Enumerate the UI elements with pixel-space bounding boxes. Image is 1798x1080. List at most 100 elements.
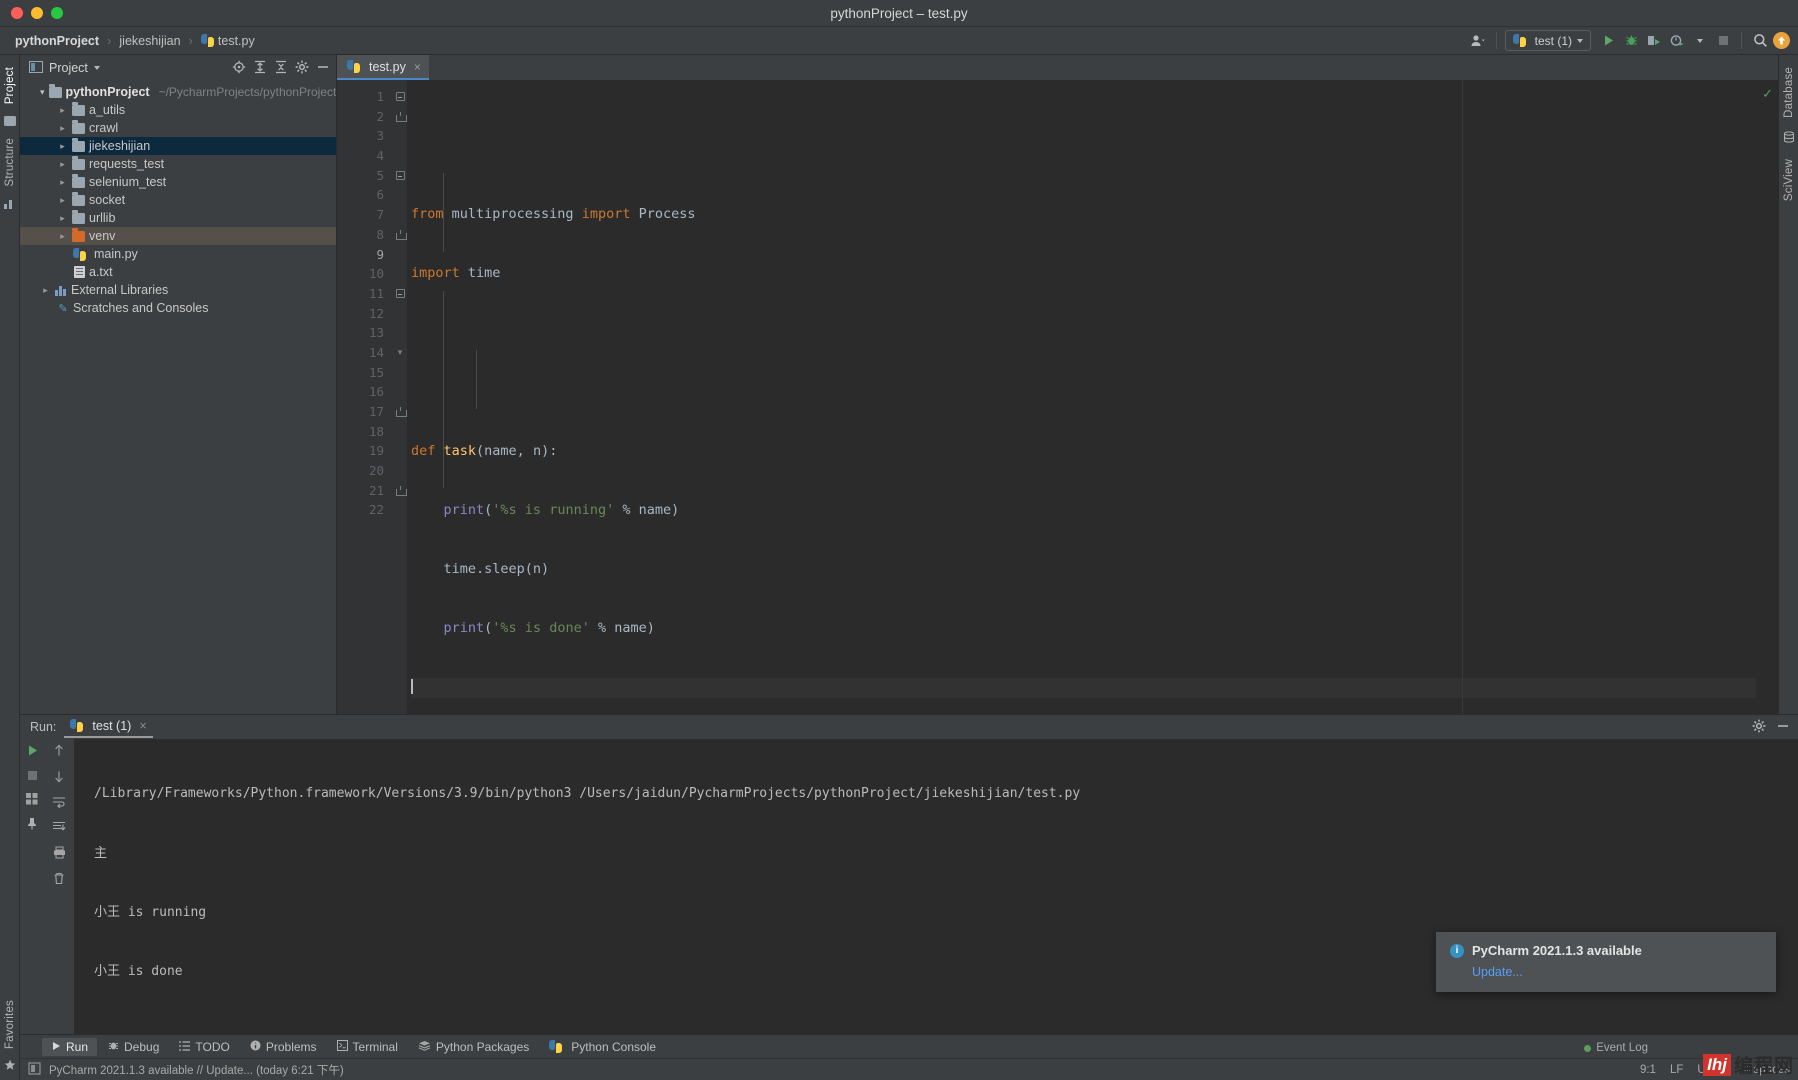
chevron-right-icon[interactable]: ▸ [57,213,68,224]
fold-marker[interactable] [393,402,407,422]
print-icon[interactable] [53,846,66,862]
minimize-icon[interactable] [1776,719,1790,736]
tree-row-selenium_test[interactable]: ▸ selenium_test [20,173,336,191]
traffic-lights[interactable] [0,7,63,19]
bottom-tab-python-packages[interactable]: Python Packages [409,1038,538,1056]
sidebar-tab-sciview[interactable]: SciView [1783,153,1795,207]
maximize-window-button[interactable] [51,7,63,19]
run-configuration-selector[interactable]: test (1) [1504,30,1591,51]
tree-row-main-py[interactable]: main.py [20,245,336,263]
minimize-window-button[interactable] [31,7,43,19]
run-button[interactable] [1598,31,1618,51]
layout-icon[interactable] [26,793,38,808]
collapse-all-icon[interactable] [274,60,288,77]
close-icon[interactable]: × [139,719,146,733]
fold-marker[interactable] [393,225,407,245]
event-log-button[interactable]: Event Log [1584,1042,1648,1054]
bottom-tab-todo[interactable]: TODO [170,1038,238,1056]
editor-tab-test-py[interactable]: test.py × [337,55,429,80]
sidebar-tab-database[interactable]: Database [1783,61,1795,124]
run-tab-test[interactable]: test (1) × [64,717,153,738]
notification-popup[interactable]: i PyCharm 2021.1.3 available Update... [1436,932,1776,992]
fold-marker[interactable] [393,481,407,501]
chevron-right-icon[interactable]: ▸ [57,231,68,242]
chevron-right-icon[interactable]: ▸ [57,195,68,206]
rerun-icon[interactable] [26,744,39,760]
caret-position[interactable]: 9:1 [1640,1064,1656,1076]
fold-marker[interactable] [393,87,407,107]
up-icon[interactable] [53,744,65,760]
breadcrumb-item-file[interactable]: test.py [198,33,258,49]
chevron-down-icon[interactable]: ▾ [40,87,45,98]
inspection-gutter[interactable]: ✓ [1756,80,1778,714]
tree-row-crawl[interactable]: ▸ crawl [20,119,336,137]
scroll-to-end-icon[interactable] [52,821,66,836]
stop-icon[interactable] [27,769,38,784]
notification-update-link[interactable]: Update... [1472,965,1762,979]
pin-icon[interactable] [26,817,38,833]
sidebar-tab-structure[interactable]: Structure [4,132,16,192]
sidebar-tab-project[interactable]: Project [4,61,16,110]
line-number: 8 [376,226,384,242]
project-panel-actions [232,60,330,77]
chevron-right-icon[interactable]: ▸ [40,285,51,296]
minimize-icon[interactable] [316,60,330,77]
chevron-right-icon[interactable]: ▸ [57,141,68,152]
code-content[interactable]: from multiprocessing import Process impo… [407,80,1756,714]
fold-marker[interactable]: ▾ [393,343,407,363]
fold-marker[interactable] [393,166,407,186]
close-window-button[interactable] [11,7,23,19]
profile-button[interactable] [1667,31,1687,51]
breadcrumb-item-project[interactable]: pythonProject [12,33,102,49]
fold-marker[interactable] [393,284,407,304]
sidebar-tab-favorites[interactable]: Favorites [4,994,16,1055]
tree-label: Scratches and Consoles [73,301,209,315]
upper-area: Project ▾ pythonProject ~/PycharmProject… [20,55,1798,714]
breadcrumb[interactable]: pythonProject › jiekeshijian › test.py [12,33,258,49]
chevron-down-icon[interactable] [1690,31,1710,51]
status-message[interactable]: PyCharm 2021.1.3 available // Update... … [49,1062,344,1078]
tree-row-a_utils[interactable]: ▸ a_utils [20,101,336,119]
chevron-down-icon[interactable] [93,66,100,70]
bottom-tab-debug[interactable]: Debug [99,1038,168,1056]
tree-row-socket[interactable]: ▸ socket [20,191,336,209]
search-icon[interactable] [1750,31,1770,51]
close-icon[interactable]: × [414,60,421,74]
tree-row-pythonProject[interactable]: ▾ pythonProject ~/PycharmProjects/python… [20,83,336,101]
tree-row-scratches[interactable]: ✎ Scratches and Consoles [20,299,336,317]
tree-row-venv[interactable]: ▸ venv [20,227,336,245]
code-folding-gutter[interactable]: ▾ [393,80,407,714]
gear-icon[interactable] [295,60,309,77]
chevron-right-icon[interactable]: ▸ [57,159,68,170]
coverage-button[interactable] [1644,31,1664,51]
chevron-right-icon[interactable]: ▸ [57,123,68,134]
tree-label: urllib [89,211,116,225]
bottom-tab-python-console[interactable]: Python Console [540,1038,665,1056]
tree-row-urllib[interactable]: ▸ urllib [20,209,336,227]
soft-wrap-icon[interactable] [52,796,66,811]
gear-icon[interactable] [1752,719,1766,736]
stop-button[interactable] [1713,31,1733,51]
expand-all-icon[interactable] [253,60,267,77]
user-icon[interactable] [1468,31,1488,51]
chevron-right-icon[interactable]: ▸ [57,105,68,116]
update-icon[interactable] [1773,32,1790,49]
project-tree[interactable]: ▾ pythonProject ~/PycharmProjects/python… [20,81,336,714]
locate-icon[interactable] [232,60,246,77]
tree-row-external-libraries[interactable]: ▸ External Libraries [20,281,336,299]
tree-row-a-txt[interactable]: a.txt [20,263,336,281]
line-separator[interactable]: LF [1670,1064,1683,1076]
debug-button[interactable] [1621,31,1641,51]
chevron-right-icon[interactable]: ▸ [57,177,68,188]
trash-icon[interactable] [53,872,65,888]
breadcrumb-item-folder[interactable]: jiekeshijian [116,33,183,49]
bottom-tab-terminal[interactable]: Terminal [328,1038,407,1056]
bottom-tab-problems[interactable]: Problems [241,1038,326,1056]
event-log-indicator-icon [1584,1044,1592,1052]
bottom-tab-run[interactable]: Run [42,1037,98,1056]
tree-row-requests_test[interactable]: ▸ requests_test [20,155,336,173]
fold-marker[interactable] [393,107,407,127]
down-icon[interactable] [53,770,65,786]
left-strip-bottom: Favorites [4,994,16,1080]
tree-row-jiekeshijian[interactable]: ▸ jiekeshijian [20,137,336,155]
